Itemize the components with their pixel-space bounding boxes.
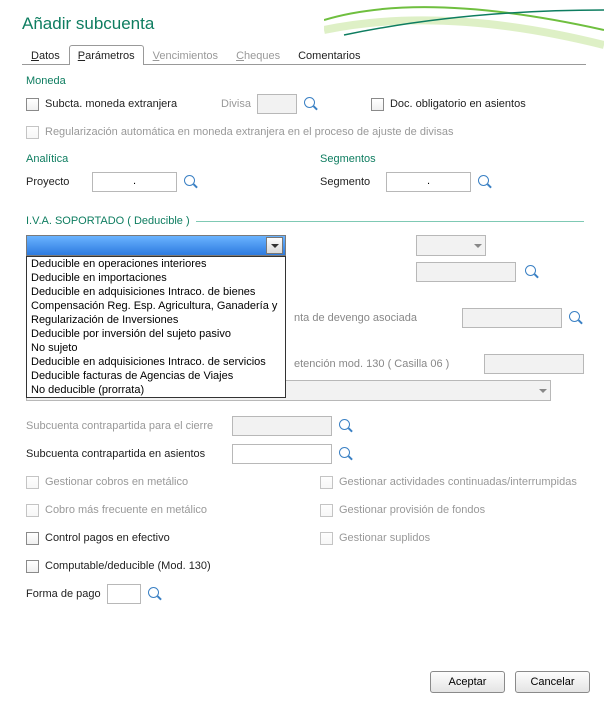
iva-option[interactable]: No sujeto bbox=[27, 341, 285, 355]
tab-comentarios[interactable]: Comentarios bbox=[289, 45, 369, 65]
label-provision: Gestionar provisión de fondos bbox=[339, 504, 485, 516]
input-divisa bbox=[257, 94, 297, 114]
label-subcta-extranjera: Subcta. moneda extranjera bbox=[45, 98, 215, 110]
checkbox-provision bbox=[320, 504, 333, 517]
iva-option[interactable]: Deducible en adquisiciones Intraco. de s… bbox=[27, 355, 285, 369]
iva-option[interactable]: No deducible (prorrata) bbox=[27, 383, 285, 397]
search-icon[interactable] bbox=[338, 446, 354, 462]
label-contrapartida-asientos: Subcuenta contrapartida en asientos bbox=[26, 448, 226, 460]
chevron-down-icon bbox=[535, 381, 550, 400]
tab-vencimientos: Vencimientos bbox=[144, 45, 227, 65]
iva-option[interactable]: Regularización de Inversiones bbox=[27, 313, 285, 327]
cancelar-button[interactable]: Cancelar bbox=[515, 671, 590, 693]
legend-analitica: Analítica bbox=[26, 153, 290, 165]
page-title: Añadir subcuenta bbox=[22, 14, 604, 34]
legend-iva: I.V.A. SOPORTADO ( Deducible ) bbox=[26, 215, 190, 227]
iva-option[interactable]: Deducible en operaciones interiores bbox=[27, 257, 285, 271]
input-contrapartida-asientos[interactable] bbox=[232, 444, 332, 464]
search-icon[interactable] bbox=[183, 174, 199, 190]
combo-button[interactable] bbox=[26, 235, 286, 256]
search-icon[interactable] bbox=[303, 96, 319, 112]
label-suplidos: Gestionar suplidos bbox=[339, 532, 430, 544]
label-forma-pago: Forma de pago bbox=[26, 588, 101, 600]
input-segmento[interactable]: . bbox=[386, 172, 471, 192]
label-computable: Computable/deducible (Mod. 130) bbox=[45, 560, 211, 572]
label-control-pagos: Control pagos en efectivo bbox=[45, 532, 170, 544]
input-forma-pago[interactable] bbox=[107, 584, 141, 604]
label-retencion: etención mod. 130 ( Casilla 06 ) bbox=[294, 358, 478, 370]
iva-combo[interactable]: Deducible en operaciones interiores Dedu… bbox=[26, 235, 286, 256]
iva-dropdown: Deducible en operaciones interiores Dedu… bbox=[26, 256, 286, 398]
input-disabled bbox=[416, 262, 516, 282]
search-icon[interactable] bbox=[147, 586, 163, 602]
checkbox-control-pagos[interactable] bbox=[26, 532, 39, 545]
tab-cheques: Cheques bbox=[227, 45, 289, 65]
label-cobros-metalico: Gestionar cobros en metálico bbox=[45, 476, 188, 488]
checkbox-subcta-extranjera[interactable] bbox=[26, 98, 39, 111]
iva-option[interactable]: Deducible facturas de Agencias de Viajes bbox=[27, 369, 285, 383]
iva-option[interactable]: Deducible en adquisiciones Intraco. de b… bbox=[27, 285, 285, 299]
fieldset-analitica: Analítica Proyecto . bbox=[26, 153, 290, 199]
label-actividades: Gestionar actividades continuadas/interr… bbox=[339, 476, 577, 488]
label-regularizacion: Regularización automática en moneda extr… bbox=[45, 126, 453, 138]
label-doc-obligatorio: Doc. obligatorio en asientos bbox=[390, 98, 526, 110]
search-icon[interactable] bbox=[477, 174, 493, 190]
label-devengo: nta de devengo asociada bbox=[294, 312, 456, 324]
chevron-down-icon[interactable] bbox=[266, 237, 283, 254]
input-proyecto[interactable]: . bbox=[92, 172, 177, 192]
aceptar-button[interactable]: Aceptar bbox=[430, 671, 505, 693]
input-retencion bbox=[484, 354, 584, 374]
iva-option[interactable]: Compensación Reg. Esp. Agricultura, Gana… bbox=[27, 299, 285, 313]
fieldset-segmentos: Segmentos Segmento . bbox=[320, 153, 584, 199]
search-icon[interactable] bbox=[338, 418, 354, 434]
input-devengo bbox=[462, 308, 562, 328]
search-icon[interactable] bbox=[568, 310, 584, 326]
checkbox-doc-obligatorio[interactable] bbox=[371, 98, 384, 111]
tab-parametros[interactable]: Parámetros bbox=[69, 45, 144, 65]
checkbox-regularizacion bbox=[26, 126, 39, 139]
checkbox-cobros-metalico bbox=[26, 476, 39, 489]
tab-datos[interactable]: Datos bbox=[22, 45, 69, 65]
checkbox-suplidos bbox=[320, 532, 333, 545]
search-icon[interactable] bbox=[524, 264, 540, 280]
legend-moneda: Moneda bbox=[26, 75, 584, 87]
iva-option[interactable]: Deducible por inversión del sujeto pasiv… bbox=[27, 327, 285, 341]
legend-segmentos: Segmentos bbox=[320, 153, 584, 165]
label-divisa: Divisa bbox=[221, 98, 251, 110]
tab-strip: Datos Parámetros Vencimientos Cheques Co… bbox=[22, 44, 586, 65]
iva-option[interactable]: Deducible en importaciones bbox=[27, 271, 285, 285]
chevron-down-icon bbox=[470, 236, 485, 255]
fieldset-moneda: Moneda Subcta. moneda extranjera Divisa … bbox=[26, 75, 584, 143]
input-contrapartida-cierre bbox=[232, 416, 332, 436]
checkbox-computable[interactable] bbox=[26, 560, 39, 573]
combo-closed[interactable] bbox=[416, 235, 486, 256]
label-segmento: Segmento bbox=[320, 176, 380, 188]
checkbox-actividades bbox=[320, 476, 333, 489]
divider bbox=[196, 221, 584, 222]
checkbox-cobro-frecuente bbox=[26, 504, 39, 517]
label-cobro-frecuente: Cobro más frecuente en metálico bbox=[45, 504, 207, 516]
label-contrapartida-cierre: Subcuenta contrapartida para el cierre bbox=[26, 420, 226, 432]
label-proyecto: Proyecto bbox=[26, 176, 86, 188]
